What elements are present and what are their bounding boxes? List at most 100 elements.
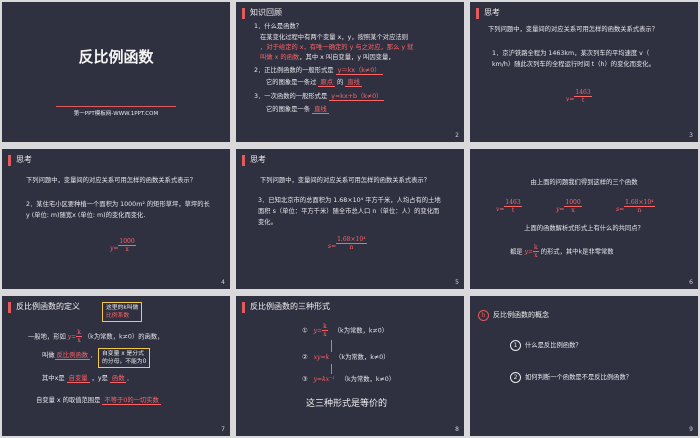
slide-1-thumbnail[interactable]: 反比例函数 第一PPT模板网-WWW.1PPT.COM	[2, 2, 230, 142]
fraction: 1463 t	[574, 89, 592, 104]
formula-text: y=kx⁻¹	[313, 376, 335, 383]
question-number: 2	[510, 372, 521, 383]
header-title: 思考	[484, 8, 500, 17]
answer-blank: 直线	[312, 106, 329, 114]
formula-lhs: y=	[556, 206, 565, 213]
slide-5-thumbnail[interactable]: 思考 下列问题中，变量间的对应关系可用怎样的函数关系式表示？ 3．已知北京市的总…	[236, 149, 464, 289]
callout-line: 的分母，不能为0	[102, 359, 147, 365]
question-text: 上面的函数解析式形式上有什么的共同点？	[524, 225, 644, 232]
header-accent-bar	[242, 8, 245, 19]
fraction: kx	[76, 329, 82, 344]
formula-3: s= 1.68×10⁴ n	[616, 196, 655, 215]
formula-lhs: y=	[110, 245, 119, 252]
fraction-denominator: x	[323, 331, 327, 338]
text-line: 在某变化过程中有两个变量 x，y，按照某个对应法则	[260, 34, 408, 41]
title-underline	[56, 106, 176, 107]
problem-text: 1．京沪铁路全程为 1463km，某次列车的平均速度 v（	[492, 50, 650, 57]
fraction-numerator: 1000	[118, 238, 136, 246]
question-text: 下列问题中，变量间的对应关系可用怎样的函数关系式表示？	[260, 177, 431, 184]
answer-blank: 不等于0的一切实数	[102, 397, 161, 405]
fraction-numerator: 1463	[574, 89, 592, 97]
question-number: 1	[510, 340, 521, 351]
highlight-text: 叫做 x 的函数	[260, 54, 300, 61]
header-accent-bar	[242, 155, 245, 166]
fraction-denominator: n	[349, 244, 354, 251]
fraction: 1.68×10⁴ n	[336, 236, 367, 251]
text-line: 3．一次函数的一般形式是 y=kx+b（k≠0）	[254, 92, 385, 102]
problem-text: km/h）随此次列车的全程运行时间 t（h）的变化而变化。	[492, 61, 655, 68]
condition-text: （k为常数，k≠0）	[340, 376, 396, 383]
form-row-2: ② xy=k （k为常数，k≠0）	[302, 353, 389, 363]
header-title: 思考	[250, 155, 266, 164]
text-line: ，对于给定的 x，有唯一确定的 y 与之对应，那么 y 就	[260, 44, 414, 51]
answer-blank: 直线	[345, 79, 362, 87]
problem-text: 3．已知北京市的总面积为 1.68×10⁴ 平方千米，人均占有的土地	[258, 197, 441, 204]
slide-7-thumbnail[interactable]: 反比例函数的定义 这里的k叫做 比例系数 一般地，形如 y= k x （k为常数，k…	[2, 296, 230, 436]
fraction-denominator: x	[125, 246, 129, 253]
condition-text: （k为常数，k≠0）	[335, 354, 390, 361]
plain-text: 3．一次函数的一般形式是	[254, 93, 328, 100]
fraction: kx	[322, 323, 328, 338]
fraction-denominator: t	[581, 97, 585, 104]
slide-3-thumbnail[interactable]: 思考 下列问题中，变量间的对应关系可用怎样的函数关系式表示？ 1．京沪铁路全程为…	[470, 2, 698, 142]
callout-line: 这里的k叫做	[106, 305, 139, 311]
slide-6-thumbnail[interactable]: 由上面的问题我们得到这样的三个函数 v= 1463 t y= 1000 x s= 1.68…	[470, 149, 698, 289]
fraction-numerator: 1.68×10⁴	[336, 236, 367, 244]
plain-text: 自变量 x 的取值范围是	[36, 397, 101, 404]
condition-text: （k为常数，k≠0）	[333, 327, 389, 335]
question-item: 1 什么是反比例函数？	[510, 340, 582, 351]
slide-number: 4	[221, 279, 225, 286]
slide-4-thumbnail[interactable]: 思考 下列问题中，变量间的对应关系可用怎样的函数关系式表示？ 2．某住宅小区要种…	[2, 149, 230, 289]
formula-lhs: y=	[524, 248, 534, 256]
plain-text: ．	[90, 352, 97, 359]
fraction-denominator: n	[637, 207, 642, 214]
fraction: 1463 t	[504, 199, 522, 214]
intro-text: 由上面的问题我们得到这样的三个函数	[530, 179, 638, 186]
header-title: 知识回顾	[250, 8, 282, 17]
slide-2-thumbnail[interactable]: 知识回顾 1．什么是函数？ 在某变化过程中有两个变量 x，y，按照某个对应法则 …	[236, 2, 464, 142]
formula-text: xy=k	[313, 354, 330, 361]
question-text: 什么是反比例函数？	[525, 342, 582, 349]
fraction-denominator: x	[77, 337, 81, 344]
site-watermark: 第一PPT模板网-WWW.1PPT.COM	[73, 111, 159, 117]
problem-text: 面积 s（单位：平方千米）随全市总人口 n（单位：人）的变化而	[258, 208, 440, 215]
definition-line: 其中x是 自变量 ，y是 函数．	[42, 374, 133, 384]
form-row-1: ① y= k x （k为常数，k≠0）	[302, 323, 388, 338]
fraction-numerator: 1463	[504, 199, 522, 207]
connector-line	[331, 340, 332, 352]
header-title: 思考	[16, 155, 32, 164]
circled-number: ③	[302, 376, 308, 383]
circled-number: ②	[302, 354, 308, 361]
header-accent-bar	[476, 8, 479, 19]
conclusion-text: 都是 y= k x 的形式，其中k是非零常数	[510, 244, 614, 259]
problem-text: 2．某住宅小区要种植一个面积为 1000m² 的矩形草坪，草坪的长	[26, 201, 210, 208]
plain-text: 叫做	[42, 352, 55, 359]
plain-text: 的	[337, 79, 344, 86]
plain-text: 一般地，形如	[28, 333, 66, 341]
header-accent-bar	[8, 302, 11, 313]
text-line: 1．什么是函数？	[254, 23, 303, 30]
slide-number: 2	[455, 132, 459, 139]
slide-number: 7	[221, 426, 225, 433]
formula-1: v= 1463 t	[496, 196, 522, 215]
fraction: 1000 x	[564, 199, 582, 214]
fraction-denominator: x	[534, 252, 538, 259]
plain-text: 其中x是	[42, 375, 65, 382]
formula: v= 1463 t	[566, 86, 592, 105]
slide-number: 8	[455, 426, 459, 433]
slide-9-thumbnail[interactable]: b 反比例函数的概念 1 什么是反比例函数？ 2 如何判断一个函数是不是反比例函数？ …	[470, 296, 698, 436]
plain-text: ，其中 x 叫自变量，y 叫因变量，	[299, 54, 395, 61]
definition-line: 一般地，形如 y= k x （k为常数，k≠0）的函数，	[28, 329, 163, 344]
answer-blank: 原点	[318, 79, 335, 87]
header-accent-bar	[8, 155, 11, 166]
plain-text: ．	[126, 375, 133, 382]
fraction-numerator: 1.68×10⁴	[624, 199, 655, 207]
plain-text: （k为常数，k≠0）的函数，	[83, 333, 164, 341]
problem-text: 变化。	[258, 219, 277, 226]
fraction: kx	[533, 244, 539, 259]
fraction-numerator: k	[322, 323, 328, 331]
fraction-numerator: k	[533, 244, 539, 252]
plain-text: 的形式，其中k是非零常数	[540, 248, 614, 256]
formula: s= 1.68×10⁴ n	[328, 233, 367, 252]
slide-8-thumbnail[interactable]: 反比例函数的三种形式 ① y= k x （k为常数，k≠0） ② xy=k （k为常…	[236, 296, 464, 436]
